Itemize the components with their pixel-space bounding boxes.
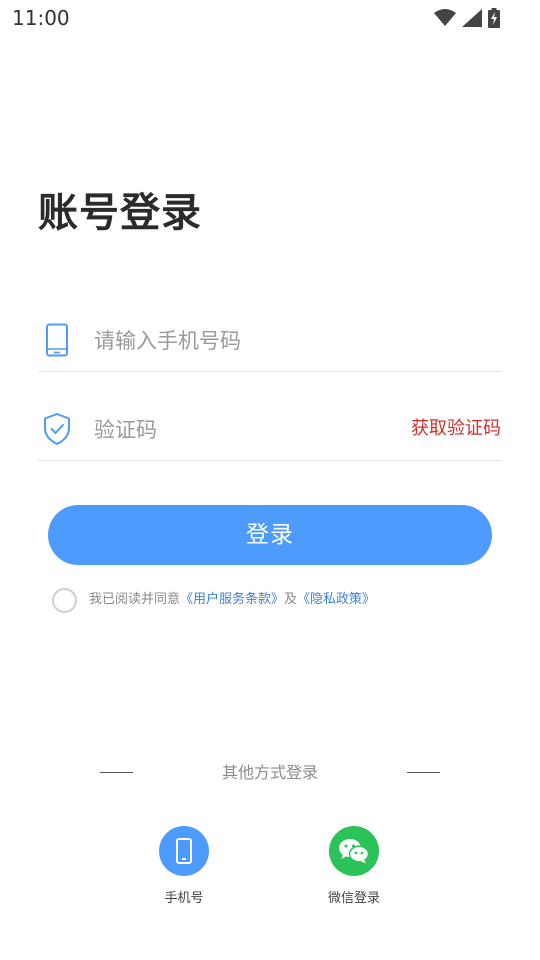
cellular-signal-icon xyxy=(462,9,482,27)
agreement-checkbox[interactable] xyxy=(52,587,77,613)
status-bar: 11:00 xyxy=(0,0,540,36)
agreement-conjunction: 及 xyxy=(284,592,298,607)
wechat-login-option[interactable]: 微信登录 xyxy=(309,826,399,908)
other-login-divider: 其他方式登录 xyxy=(100,760,440,786)
phone-login-button[interactable] xyxy=(159,826,209,876)
phone-field-row xyxy=(38,311,501,372)
wechat-icon xyxy=(339,839,370,864)
shield-check-icon xyxy=(44,413,70,445)
agreement-prefix: 我已阅读并同意 xyxy=(89,592,181,607)
code-input[interactable] xyxy=(94,414,394,446)
phone-login-label: 手机号 xyxy=(164,891,204,906)
status-time: 11:00 xyxy=(12,6,70,30)
other-login-label: 其他方式登录 xyxy=(221,763,318,782)
terms-link[interactable]: 《用户服务条款》 xyxy=(180,592,284,607)
login-button[interactable]: 登录 xyxy=(48,505,492,565)
wifi-icon xyxy=(434,9,456,26)
get-code-button[interactable]: 获取验证码 xyxy=(411,416,501,442)
divider-line-right xyxy=(407,772,440,773)
mobile-phone-icon xyxy=(176,838,192,864)
privacy-link[interactable]: 《隐私政策》 xyxy=(297,592,375,607)
agreement-text: 我已阅读并同意《用户服务条款》及《隐私政策》 xyxy=(89,587,375,613)
status-icons xyxy=(434,7,500,29)
phone-login-option[interactable]: 手机号 xyxy=(139,826,229,908)
phone-input[interactable] xyxy=(94,325,394,357)
wechat-login-label: 微信登录 xyxy=(327,891,380,906)
battery-charging-icon xyxy=(488,8,500,28)
phone-icon xyxy=(46,323,68,357)
code-field-row: 获取验证码 xyxy=(38,400,501,461)
wechat-login-button[interactable] xyxy=(329,826,379,876)
page-title: 账号登录 xyxy=(38,190,202,236)
agreement-row: 我已阅读并同意《用户服务条款》及《隐私政策》 xyxy=(52,587,375,613)
